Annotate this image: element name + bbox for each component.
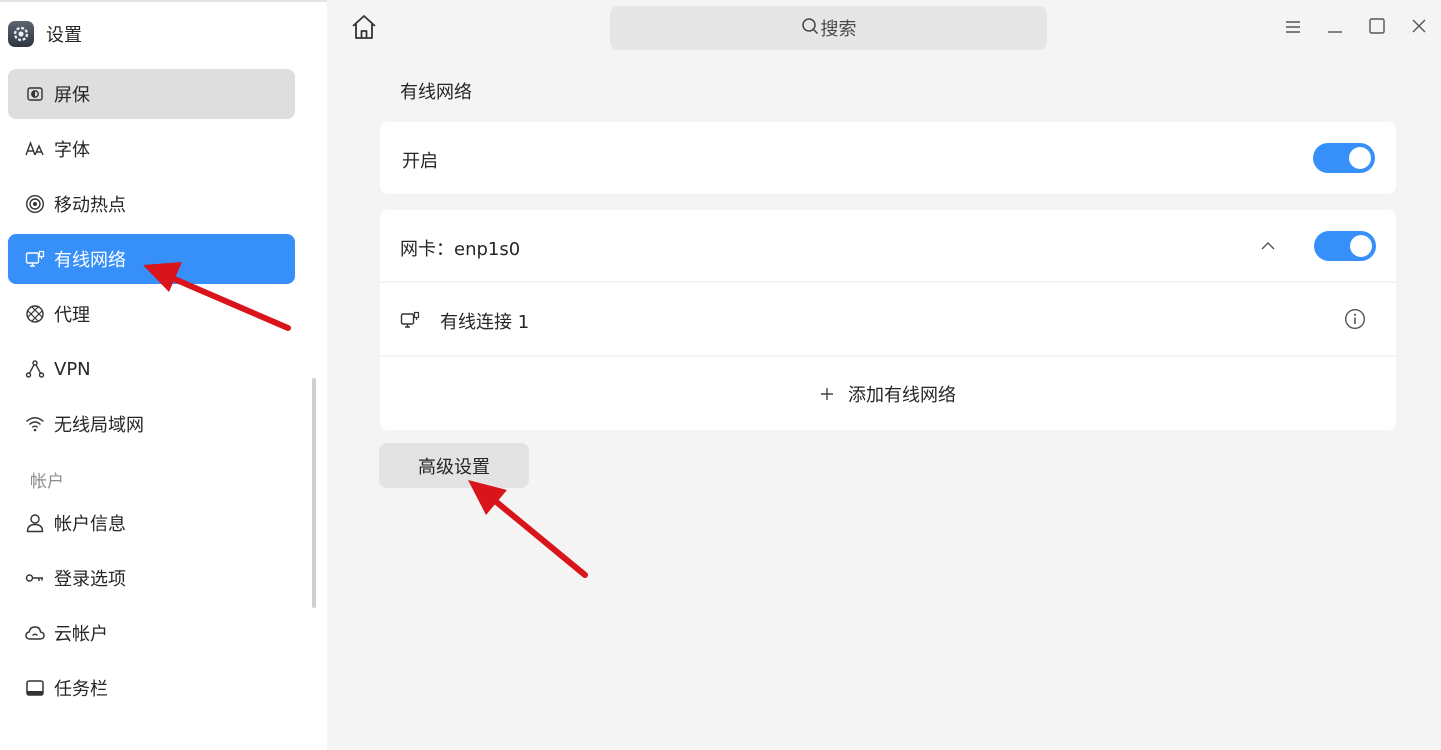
menu-button[interactable] bbox=[1279, 14, 1307, 42]
sidebar-item-wifi[interactable]: 无线局域网 bbox=[8, 399, 295, 449]
enable-label: 开启 bbox=[402, 151, 438, 172]
sidebar-item-proxy[interactable]: 代理 bbox=[8, 289, 295, 339]
maximize-button[interactable] bbox=[1363, 14, 1391, 42]
app-title: 设置 bbox=[46, 25, 82, 46]
sidebar-item-label: 帐户信息 bbox=[54, 514, 126, 535]
wired-network-icon bbox=[24, 248, 46, 270]
nic-label: 网卡：enp1s0 bbox=[400, 239, 521, 260]
proxy-icon bbox=[24, 303, 46, 325]
screensaver-icon bbox=[24, 83, 46, 105]
sidebar-nav: 屏保 字体 移动热点 有线网络 代理 VPN 无线局域网 帐户 帐户信息 登录选… bbox=[8, 69, 295, 718]
home-icon bbox=[350, 13, 378, 45]
sidebar-item-label: 无线局域网 bbox=[54, 415, 144, 436]
nic-card: 网卡：enp1s0 有线连接 1 添加有线网络 bbox=[380, 210, 1396, 430]
minimize-icon bbox=[1327, 19, 1343, 38]
sidebar-item-label: 任务栏 bbox=[54, 679, 108, 700]
font-icon bbox=[24, 138, 46, 160]
sidebar-item-account-info[interactable]: 帐户信息 bbox=[8, 498, 295, 548]
add-wired-network-label: 添加有线网络 bbox=[848, 384, 956, 406]
sidebar-item-screensaver[interactable]: 屏保 bbox=[8, 69, 295, 119]
advanced-settings-button[interactable]: 高级设置 bbox=[379, 443, 529, 488]
info-icon[interactable] bbox=[1344, 308, 1366, 334]
search-placeholder: 搜索 bbox=[820, 19, 857, 40]
toggle-knob bbox=[1349, 147, 1371, 169]
taskbar-icon bbox=[24, 677, 46, 699]
sidebar-item-vpn[interactable]: VPN bbox=[8, 344, 295, 394]
minimize-button[interactable] bbox=[1321, 14, 1349, 42]
search-input[interactable]: 搜索 bbox=[610, 6, 1047, 50]
maximize-icon bbox=[1369, 18, 1385, 38]
sidebar-item-font[interactable]: 字体 bbox=[8, 124, 295, 174]
sidebar-item-label: 屏保 bbox=[54, 85, 90, 106]
close-button[interactable] bbox=[1405, 14, 1433, 42]
toggle-knob bbox=[1350, 235, 1372, 257]
wired-connection-icon bbox=[400, 311, 420, 333]
page-title: 有线网络 bbox=[400, 82, 472, 103]
sidebar-item-label: 有线网络 bbox=[54, 250, 126, 271]
nic-toggle[interactable] bbox=[1314, 231, 1376, 261]
close-icon bbox=[1411, 18, 1427, 38]
plus-icon bbox=[820, 387, 834, 401]
sidebar-item-label: 登录选项 bbox=[54, 569, 126, 590]
enable-card: 开启 bbox=[380, 122, 1396, 194]
menu-icon bbox=[1285, 19, 1301, 38]
enable-toggle[interactable] bbox=[1313, 143, 1375, 173]
sidebar-item-login-options[interactable]: 登录选项 bbox=[8, 553, 295, 603]
sidebar-item-label: 移动热点 bbox=[54, 195, 126, 216]
connection-label: 有线连接 1 bbox=[440, 312, 530, 333]
add-wired-network-button[interactable]: 添加有线网络 bbox=[380, 357, 1396, 430]
user-icon bbox=[24, 512, 46, 534]
cloud-icon bbox=[24, 622, 46, 644]
sidebar-item-taskbar[interactable]: 任务栏 bbox=[8, 663, 295, 713]
annotation-arrow-advanced bbox=[468, 480, 588, 578]
account-section-label: 帐户 bbox=[30, 471, 64, 492]
sidebar-item-label: 字体 bbox=[54, 140, 90, 161]
wifi-icon bbox=[24, 413, 46, 435]
search-icon bbox=[801, 17, 821, 40]
hotspot-icon bbox=[24, 193, 46, 215]
vpn-icon bbox=[24, 358, 46, 380]
collapse-chevron-icon[interactable] bbox=[1260, 237, 1276, 256]
sidebar-item-label: 代理 bbox=[54, 305, 90, 326]
sidebar-scrollbar[interactable] bbox=[312, 378, 316, 608]
sidebar-item-label: 云帐户 bbox=[54, 624, 108, 645]
settings-app-icon bbox=[8, 21, 34, 47]
sidebar-item-cloud-account[interactable]: 云帐户 bbox=[8, 608, 295, 658]
sidebar: 设置 屏保 字体 移动热点 有线网络 代理 VPN 无线局域网 帐户 帐户信息 … bbox=[0, 0, 327, 750]
app-header: 设置 bbox=[8, 18, 82, 50]
home-button[interactable] bbox=[348, 12, 380, 46]
key-icon bbox=[24, 567, 46, 589]
sidebar-item-wired-network[interactable]: 有线网络 bbox=[8, 234, 295, 284]
sidebar-item-hotspot[interactable]: 移动热点 bbox=[8, 179, 295, 229]
sidebar-item-label: VPN bbox=[54, 358, 91, 380]
connection-row[interactable]: 有线连接 1 bbox=[380, 283, 1396, 355]
